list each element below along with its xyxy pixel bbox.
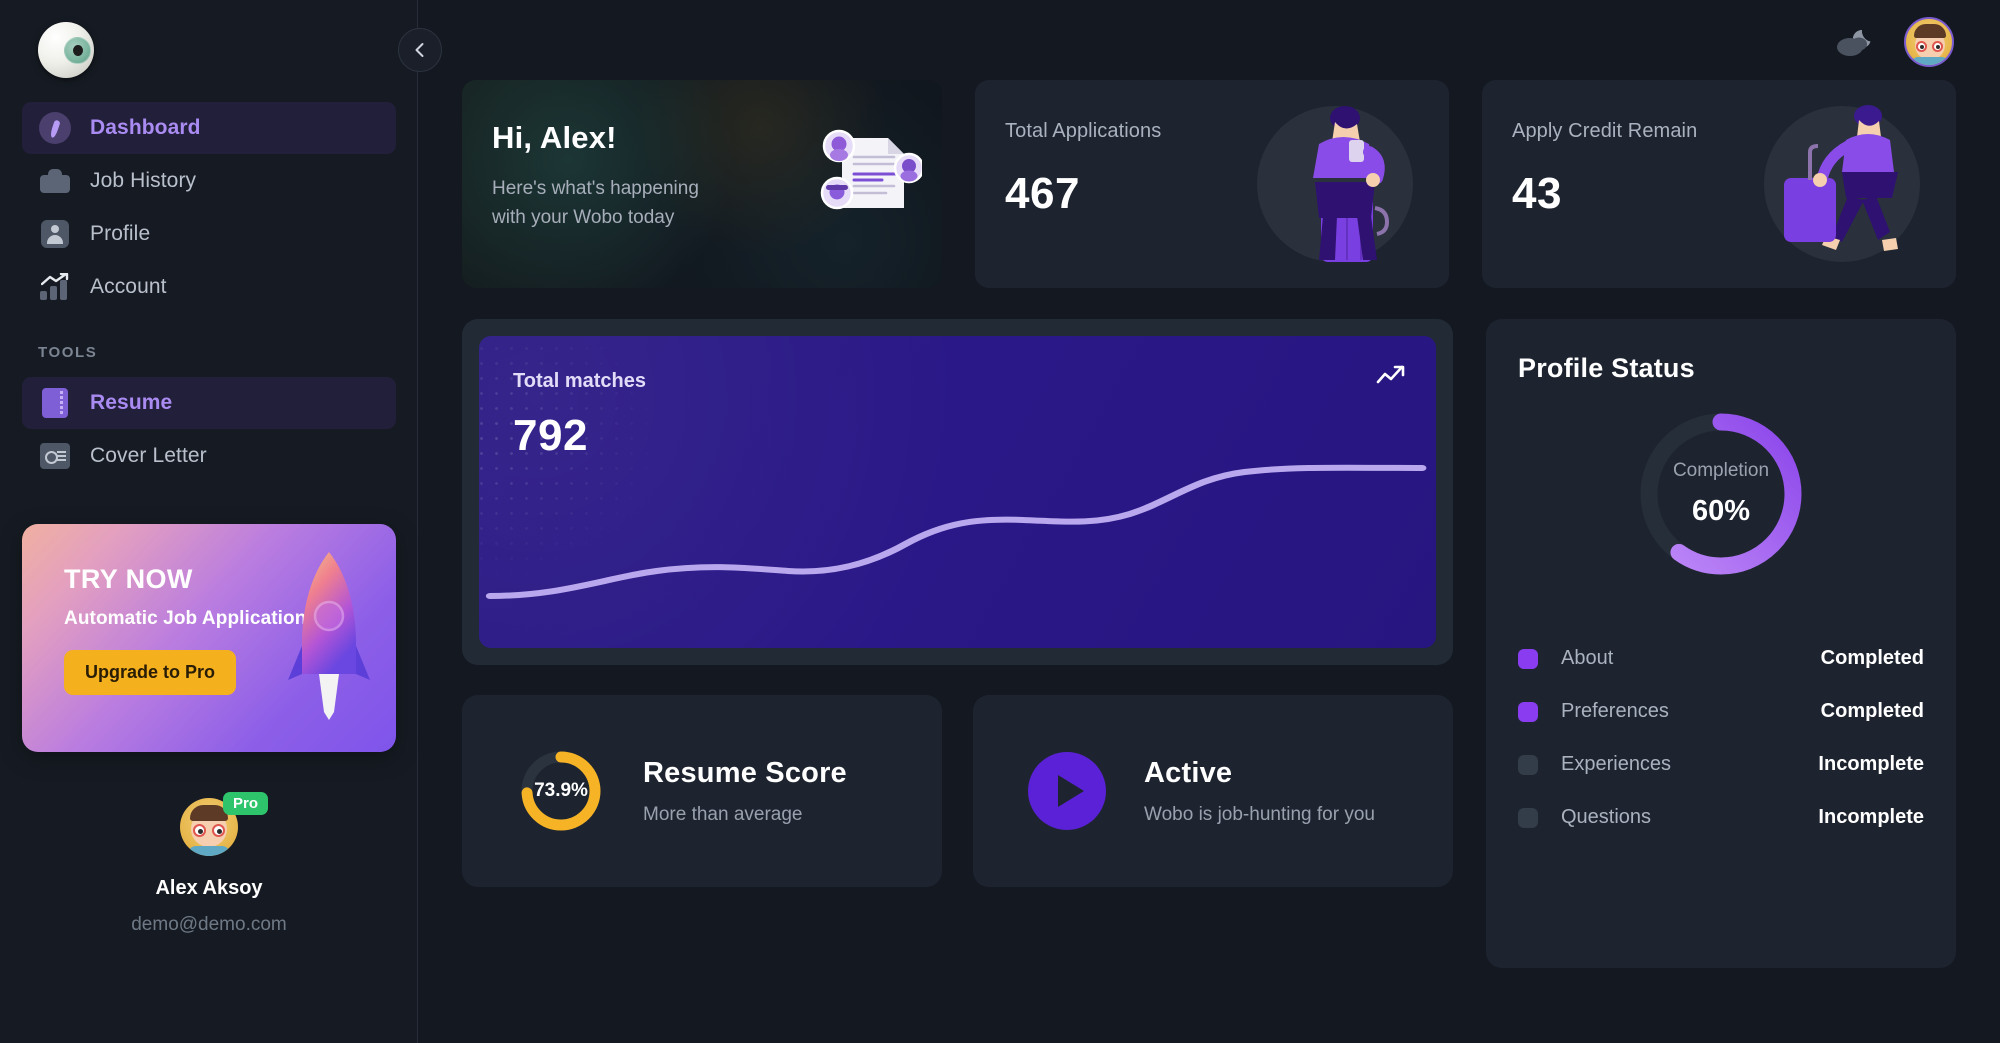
main-content: Hi, Alex! Here's what's happening with y… [418, 0, 2000, 1043]
sidebar-user[interactable]: Pro Alex Aksoy demo@demo.com [22, 792, 396, 936]
status-badge: Completed [1820, 700, 1924, 722]
sidebar-item-resume[interactable]: Resume [22, 377, 396, 429]
rocket-icon [288, 552, 370, 720]
status-badge: Incomplete [1818, 753, 1924, 775]
status-label: Questions [1561, 806, 1652, 828]
welcome-line-1: Here's what's happening [492, 178, 699, 199]
document-people-icon [820, 129, 922, 210]
trending-up-icon [1376, 365, 1405, 384]
person-suitcase-walking-icon [1784, 105, 1898, 251]
user-email: demo@demo.com [131, 914, 287, 935]
logo[interactable] [22, 0, 396, 100]
completion-label: Completion [1672, 460, 1770, 481]
briefcase-icon [38, 164, 72, 198]
sidebar-item-cover-letter[interactable]: Cover Letter [22, 430, 396, 482]
header-avatar[interactable] [1904, 17, 1954, 67]
bar-chart-icon [38, 270, 72, 304]
status-dot [1518, 807, 1538, 828]
active-status-card: Active Wobo is job-hunting for you [973, 695, 1453, 887]
chevron-left-icon [415, 43, 424, 57]
content-row: Total matches 792 73.9% Resume Score Mor… [462, 319, 1956, 968]
upgrade-promo-card[interactable]: TRY NOW Automatic Job Applications Upgra… [22, 524, 396, 752]
page-title: Profile Status [1518, 353, 1695, 383]
moon-cloud-icon[interactable] [1832, 23, 1876, 61]
right-column: Profile Status Completion 60% About Comp… [1486, 319, 1956, 968]
sidebar-item-label: Dashboard [90, 116, 201, 139]
sidebar-item-label: Job History [90, 169, 197, 192]
sidebar-item-account[interactable]: Account [22, 261, 396, 313]
status-badge: Incomplete [1818, 806, 1924, 828]
resume-score-title: Resume Score [643, 756, 847, 789]
person-icon [38, 217, 72, 251]
active-status-subtitle: Wobo is job-hunting for you [1144, 803, 1375, 825]
list-item[interactable]: Preferences Completed [1518, 685, 1924, 738]
resume-score-percent: 73.9% [534, 780, 588, 801]
completion-donut: Completion 60% [1633, 406, 1809, 582]
list-item[interactable]: About Completed [1518, 632, 1924, 685]
sidebar-item-dashboard[interactable]: Dashboard [22, 102, 396, 154]
sidebar-item-profile[interactable]: Profile [22, 208, 396, 260]
status-dot [1518, 701, 1538, 722]
status-dot [1518, 754, 1538, 775]
list-item[interactable]: Experiences Incomplete [1518, 738, 1924, 791]
pro-badge: Pro [222, 792, 268, 815]
sidebar-collapse-button[interactable] [398, 28, 442, 72]
resume-score-ring: 73.9% [517, 747, 605, 835]
total-matches-card: Total matches 792 [462, 319, 1453, 665]
list-item[interactable]: Questions Incomplete [1518, 791, 1924, 844]
primary-nav: Dashboard Job History Profile Account [22, 102, 396, 313]
header-actions [1832, 17, 1954, 67]
app-root: Dashboard Job History Profile Account TO… [0, 0, 2000, 1043]
sidebar-item-label: Resume [90, 391, 173, 414]
eye-logo-icon [38, 22, 94, 78]
completion-donut-wrap: Completion 60% [1518, 406, 1924, 582]
avatar: Pro [180, 792, 268, 861]
sidebar-item-label: Profile [90, 222, 151, 245]
profile-status-list: About Completed Preferences Completed Ex… [1518, 632, 1924, 844]
resume-score-text: Resume Score More than average [643, 757, 847, 826]
sidebar-item-job-history[interactable]: Job History [22, 155, 396, 207]
sidebar-item-label: Cover Letter [90, 444, 207, 467]
chart-title: Total matches [513, 370, 646, 392]
user-name: Alex Aksoy [155, 877, 263, 899]
status-label: Experiences [1561, 753, 1672, 775]
welcome-line-2: with your Wobo today [492, 207, 675, 229]
resume-score-card: 73.9% Resume Score More than average [462, 695, 942, 887]
welcome-banner: Hi, Alex! Here's what's happening with y… [462, 80, 942, 288]
cover-letter-icon [38, 439, 72, 473]
upgrade-to-pro-button[interactable]: Upgrade to Pro [64, 650, 237, 695]
stat-card-apply-credit-remain: Apply Credit Remain 43 [1482, 80, 1956, 288]
total-matches-chart: Total matches 792 [479, 336, 1436, 648]
resume-score-subtitle: More than average [643, 803, 803, 825]
status-badge: Completed [1820, 647, 1924, 669]
sidebar-item-label: Account [90, 275, 167, 298]
status-dot [1518, 648, 1538, 669]
completion-value: 60% [1691, 495, 1751, 527]
tools-nav: Resume Cover Letter [22, 377, 396, 482]
play-icon[interactable] [1028, 752, 1106, 830]
stat-card-total-applications: Total Applications 467 [975, 80, 1449, 288]
active-status-title: Active [1144, 756, 1233, 789]
tools-section-label: TOOLS [38, 344, 98, 361]
sparkline-path [485, 464, 1427, 599]
sidebar: Dashboard Job History Profile Account TO… [0, 0, 442, 1043]
completion-labels: Completion 60% [1633, 406, 1809, 582]
resume-icon [38, 386, 72, 420]
person-suitcase-sitting-icon [1313, 106, 1390, 262]
profile-status-card: Profile Status Completion 60% About Comp… [1486, 319, 1956, 968]
gauge-icon [38, 111, 72, 145]
left-column: Total matches 792 73.9% Resume Score Mor… [462, 319, 1453, 968]
active-status-text: Active Wobo is job-hunting for you [1144, 757, 1375, 826]
stats-row: Hi, Alex! Here's what's happening with y… [462, 80, 1956, 288]
status-label: Preferences [1561, 700, 1669, 722]
sidebar-divider [417, 0, 418, 1043]
mini-cards-row: 73.9% Resume Score More than average Act… [462, 695, 1453, 887]
status-label: About [1561, 647, 1614, 669]
